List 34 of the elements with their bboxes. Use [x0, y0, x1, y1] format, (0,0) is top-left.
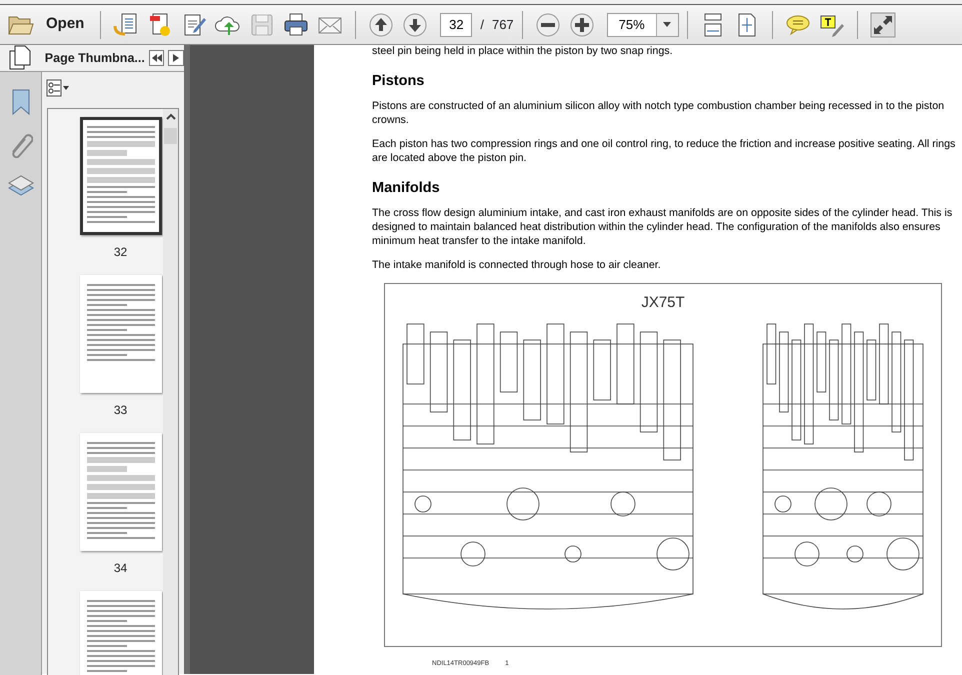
- body-text: The intake manifold is connected through hose to air cleaner.: [372, 259, 662, 273]
- page-thumbnail[interactable]: [80, 433, 162, 551]
- options-icon[interactable]: [46, 78, 70, 97]
- layers-icon[interactable]: [8, 174, 34, 198]
- page-number-label: 32: [114, 244, 128, 261]
- caret-icon: [663, 22, 672, 27]
- folder-icon: [8, 14, 34, 36]
- section-heading: Manifolds: [372, 180, 441, 198]
- zoom-dropdown[interactable]: 75%: [606, 12, 679, 36]
- body-text: The cross flow design aluminium intake, and cast iron exhaust manifolds are on opposite sides of the cylinder head. This is designed to maintain balanced heat distribution within the cylinder head. The configuration of the manifolds also ensures minimum heat transfer to the intake manifold.: [372, 207, 954, 250]
- page-total: 767: [492, 16, 514, 34]
- page-number-field[interactable]: 32: [440, 12, 472, 36]
- zoom-dropdown-button[interactable]: [656, 14, 678, 36]
- open-button[interactable]: Open: [8, 13, 92, 36]
- scrollbar-thumb[interactable]: [164, 128, 177, 144]
- page-thumbnail[interactable]: [80, 117, 162, 235]
- page-thumbnail[interactable]: [80, 591, 162, 675]
- scroll-up-icon[interactable]: [166, 113, 176, 120]
- panel-title: Page Thumbna...: [44, 50, 145, 67]
- pages-icon[interactable]: [9, 45, 32, 71]
- body-text: Pistons are constructed of an aluminium silicon alloy with notch type combustion chamber being recessed in to the piston crowns.: [372, 100, 946, 128]
- double-left-arrow-icon: [152, 54, 162, 62]
- body-text: steel pin being held in place within the piston by two snap rings.: [372, 45, 674, 59]
- page-number-label: 34: [114, 560, 128, 577]
- section-heading: Pistons: [372, 72, 426, 90]
- page-thumbnail[interactable]: [80, 275, 162, 393]
- body-text: Each piston has two compression rings and one oil control ring, to reduce the friction and increase positive seating. All rings are located above the piston pin.: [372, 138, 956, 166]
- figure-title: JX75T: [641, 292, 685, 313]
- expand-panel-button[interactable]: [168, 50, 184, 66]
- collapse-panel-button[interactable]: [148, 50, 164, 66]
- page-number-label: 33: [114, 402, 128, 419]
- bookmark-icon[interactable]: [10, 88, 30, 116]
- right-arrow-icon: [173, 54, 180, 62]
- page-separator: /: [480, 16, 484, 34]
